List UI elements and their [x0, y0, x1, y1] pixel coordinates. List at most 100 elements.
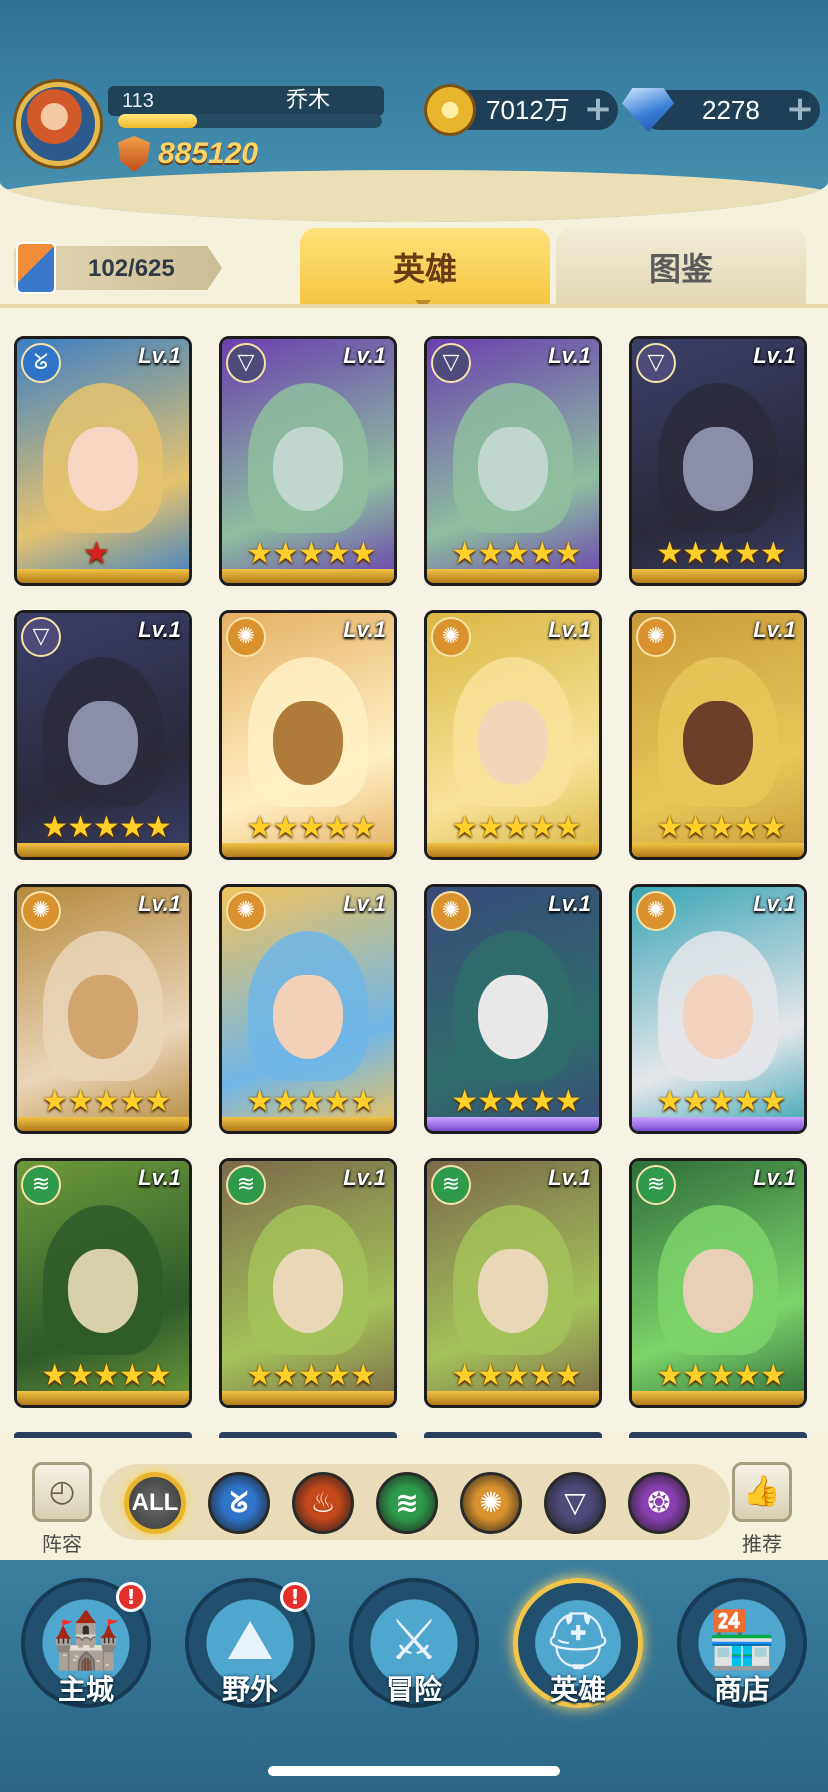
filter-dark-icon[interactable]: ▽ — [544, 1472, 606, 1534]
hero-star-rating: ★★★★★ — [41, 810, 171, 845]
hero-star-rating: ★★★★★ — [656, 1358, 786, 1393]
hero-card[interactable]: ✺ Lv.1 ★★★★★ — [629, 610, 807, 860]
hero-star-rating: ★★★★★ — [656, 536, 786, 571]
hero-card[interactable]: ≋ Lv.1 ★★★★★ — [424, 1158, 602, 1408]
lineup-icon: ◴ — [32, 1462, 92, 1522]
alert-badge: ! — [280, 1582, 310, 1612]
card-rarity-frame — [222, 843, 394, 857]
hero-card[interactable]: ▽ Lv.1 ★★★★★ — [219, 336, 397, 586]
player-info-bar: 113 乔木 — [108, 86, 384, 116]
hero-face — [478, 700, 548, 785]
hero-card[interactable]: ≋ Lv.1 ★★★★★ — [14, 1158, 192, 1408]
card-rarity-frame — [222, 569, 394, 583]
hero-star-rating: ★★★★★ — [246, 1358, 376, 1393]
dark-icon: ▽ — [431, 343, 471, 383]
next-row-card-edge — [14, 1432, 192, 1438]
hero-level: Lv.1 — [548, 891, 591, 916]
card-rarity-frame — [632, 1391, 804, 1405]
nav-castle[interactable]: 🏰 主城! — [20, 1578, 152, 1728]
hero-star-rating: ★★★★★ — [451, 536, 581, 571]
hero-card[interactable]: ▽ Lv.1 ★★★★★ — [14, 610, 192, 860]
nav-sword[interactable]: ⚔ 冒险 — [348, 1578, 480, 1728]
hero-face — [273, 1248, 343, 1333]
filter-all-button[interactable]: ALL — [124, 1472, 186, 1534]
hero-card[interactable]: ✺ Lv.1 ★★★★★ — [219, 610, 397, 860]
hero-card[interactable]: ▽ Lv.1 ★★★★★ — [424, 336, 602, 586]
nav-wilds[interactable]: ⛰ 野外! — [184, 1578, 316, 1728]
xp-progress-bar — [118, 114, 382, 128]
hero-count: 102/625 — [88, 255, 175, 282]
xp-progress-fill — [118, 114, 198, 128]
hero-card[interactable]: ≋ Lv.1 ★★★★★ — [219, 1158, 397, 1408]
hero-card[interactable]: ✺ Lv.1 ★★★★★ — [424, 884, 602, 1134]
nature-icon: ≋ — [21, 1165, 61, 1205]
nav-label: 英雄 — [549, 1673, 606, 1706]
recommend-label: 推荐 — [742, 1532, 782, 1556]
tab-codex[interactable]: 图鉴 — [556, 228, 806, 304]
hero-level: Lv.1 — [138, 343, 181, 368]
card-rarity-frame — [427, 1391, 599, 1405]
hero-card[interactable]: ✺ Lv.1 ★★★★★ — [219, 884, 397, 1134]
next-row-card-edge — [629, 1432, 807, 1438]
filter-nature-icon[interactable]: ≋ — [376, 1472, 438, 1534]
lineup-button[interactable]: ◴ 阵容 — [22, 1462, 102, 1556]
hero-star-rating: ★★★★★ — [451, 1084, 581, 1119]
hero-face — [478, 1248, 548, 1333]
recommend-button[interactable]: 👍 推荐 — [722, 1462, 802, 1556]
hero-star-rating: ★★★★★ — [41, 1358, 171, 1393]
hero-card[interactable]: ≋ Lv.1 ★★★★★ — [629, 1158, 807, 1408]
hero-level: Lv.1 — [753, 343, 796, 368]
light-icon: ✺ — [226, 617, 266, 657]
hero-face — [273, 700, 343, 785]
thumbs-up-icon: 👍 — [732, 1462, 792, 1522]
hero-face — [683, 974, 753, 1059]
hero-card[interactable]: ✺ Lv.1 ★★★★★ — [629, 884, 807, 1134]
light-icon: ✺ — [226, 891, 266, 931]
nature-icon: ≋ — [636, 1165, 676, 1205]
lineup-label: 阵容 — [42, 1532, 82, 1556]
card-rarity-frame — [632, 843, 804, 857]
diamond-amount: 2278 — [702, 95, 760, 125]
hero-face — [273, 426, 343, 511]
filter-fire-icon[interactable]: ♨ — [292, 1472, 354, 1534]
card-rarity-frame — [17, 1391, 189, 1405]
nav-label: 冒险 — [385, 1673, 442, 1706]
hero-star-rating: ★★★★★ — [246, 810, 376, 845]
hero-level: Lv.1 — [138, 617, 181, 642]
nav-shop[interactable]: 🏪 商店 — [676, 1578, 808, 1728]
dark-icon: ▽ — [636, 343, 676, 383]
hero-face — [68, 1248, 138, 1333]
nav-helmet[interactable]: ⛑ 英雄 — [512, 1578, 644, 1728]
hero-cards-icon — [16, 242, 56, 294]
hero-card[interactable]: ▽ Lv.1 ★★★★★ — [629, 336, 807, 586]
hero-level: Lv.1 — [343, 617, 386, 642]
hero-face — [683, 426, 753, 511]
hero-card[interactable]: ✺ Lv.1 ★★★★★ — [424, 610, 602, 860]
filter-light-icon[interactable]: ✺ — [460, 1472, 522, 1534]
hero-level: Lv.1 — [753, 891, 796, 916]
water-icon: ᘜ — [21, 343, 61, 383]
tab-heroes[interactable]: 英雄 — [300, 228, 550, 304]
hero-level: Lv.1 — [343, 891, 386, 916]
dark-icon: ▽ — [21, 617, 61, 657]
card-rarity-frame — [17, 1117, 189, 1131]
player-avatar[interactable] — [16, 82, 100, 166]
header-wave-decoration — [0, 170, 828, 222]
card-rarity-frame — [222, 1391, 394, 1405]
add-diamond-button[interactable]: + — [784, 92, 816, 126]
filter-arcane-icon[interactable]: ❂ — [628, 1472, 690, 1534]
home-indicator — [268, 1766, 560, 1776]
player-level: 113 — [122, 90, 154, 112]
light-icon: ✺ — [636, 617, 676, 657]
filter-water-icon[interactable]: ᘜ — [208, 1472, 270, 1534]
hero-card[interactable]: ✺ Lv.1 ★★★★★ — [14, 884, 192, 1134]
light-icon: ✺ — [431, 617, 471, 657]
add-gold-button[interactable]: + — [582, 92, 614, 126]
hero-star-rating: ★★★★★ — [656, 1084, 786, 1119]
hero-star-rating: ★★★★★ — [656, 810, 786, 845]
hero-star-rating: ★★★★★ — [246, 1084, 376, 1119]
light-icon: ✺ — [21, 891, 61, 931]
hero-star-rating: ★★★★★ — [246, 536, 376, 571]
hero-card[interactable]: ᘜ Lv.1 ★ — [14, 336, 192, 586]
light-icon: ✺ — [636, 891, 676, 931]
